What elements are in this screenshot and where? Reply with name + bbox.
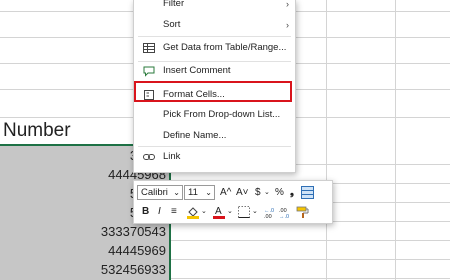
font-size-value: 11 bbox=[188, 187, 198, 198]
menu-item-label: Get Data from Table/Range... bbox=[163, 42, 287, 53]
menu-item-get-data[interactable]: Get Data from Table/Range... bbox=[134, 37, 295, 59]
comment-icon bbox=[143, 66, 155, 77]
format-cells-highlight-box bbox=[134, 81, 292, 102]
svg-text:→.0: →.0 bbox=[279, 214, 289, 218]
svg-text:A: A bbox=[215, 206, 222, 217]
menu-item-label: Link bbox=[163, 151, 181, 162]
font-color-icon[interactable]: A bbox=[212, 204, 226, 219]
column-gridline bbox=[395, 0, 396, 280]
center-align-button[interactable]: ≡ bbox=[171, 204, 177, 220]
format-painter-icon[interactable] bbox=[296, 205, 310, 219]
font-name-dropdown[interactable]: Calibri ⌄ bbox=[137, 185, 183, 200]
font-name-value: Calibri bbox=[141, 187, 168, 198]
menu-item-label: Sort bbox=[163, 19, 181, 30]
chevron-down-icon: ⌄ bbox=[173, 188, 180, 197]
italic-button[interactable]: I bbox=[158, 204, 161, 220]
number-cell[interactable]: 44445969 bbox=[60, 241, 166, 260]
svg-text:.00: .00 bbox=[264, 214, 272, 218]
comma-style-button[interactable]: ❟ bbox=[290, 185, 294, 201]
menu-item-label: Pick From Drop-down List... bbox=[163, 109, 281, 120]
menu-item-label: Insert Comment bbox=[163, 65, 231, 76]
chevron-down-icon[interactable]: ⌄ bbox=[201, 204, 207, 220]
decrease-decimal-icon[interactable]: .00 →.0 bbox=[279, 206, 292, 218]
currency-button[interactable]: $ bbox=[255, 185, 261, 201]
bold-button[interactable]: B bbox=[142, 204, 149, 220]
menu-item-link[interactable]: Link bbox=[134, 146, 295, 168]
submenu-chevron-icon: › bbox=[286, 0, 289, 9]
column-gridline bbox=[326, 0, 327, 280]
menu-item-insert-comment[interactable]: Insert Comment bbox=[134, 60, 295, 82]
increase-decimal-icon[interactable]: ←.0 .00 bbox=[264, 206, 277, 218]
chevron-down-icon[interactable]: ⌄ bbox=[264, 185, 270, 201]
percent-button[interactable]: % bbox=[275, 185, 284, 201]
table-icon bbox=[143, 43, 155, 53]
grow-font-button[interactable]: A^ bbox=[220, 185, 231, 201]
shrink-font-button[interactable]: A˅ bbox=[236, 185, 249, 201]
link-icon bbox=[143, 154, 155, 160]
menu-item-define-name[interactable]: Define Name... bbox=[134, 125, 295, 147]
number-cell[interactable]: 532456933 bbox=[60, 260, 166, 279]
submenu-chevron-icon: › bbox=[286, 20, 289, 30]
menu-item-label: Filter bbox=[163, 0, 185, 9]
chevron-down-icon[interactable]: ⌄ bbox=[227, 204, 233, 220]
menu-item-filter[interactable]: Filter › bbox=[134, 0, 295, 15]
chevron-down-icon[interactable]: ⌄ bbox=[252, 204, 258, 220]
font-size-dropdown[interactable]: 11 ⌄ bbox=[184, 185, 215, 200]
mini-toolbar: Calibri ⌄ 11 ⌄ A^ A˅ $ ⌄ % ❟ B I ≡ ⌄ A ⌄… bbox=[133, 180, 333, 224]
fill-color-icon[interactable] bbox=[186, 205, 200, 219]
number-cell[interactable]: 333370543 bbox=[60, 222, 166, 241]
format-table-icon[interactable] bbox=[301, 186, 314, 199]
menu-item-sort[interactable]: Sort › bbox=[134, 14, 295, 36]
chevron-down-icon: ⌄ bbox=[205, 188, 212, 197]
borders-icon[interactable] bbox=[238, 206, 250, 218]
menu-item-pick-from-dropdown[interactable]: Pick From Drop-down List... bbox=[134, 104, 295, 126]
menu-item-label: Define Name... bbox=[163, 130, 227, 141]
